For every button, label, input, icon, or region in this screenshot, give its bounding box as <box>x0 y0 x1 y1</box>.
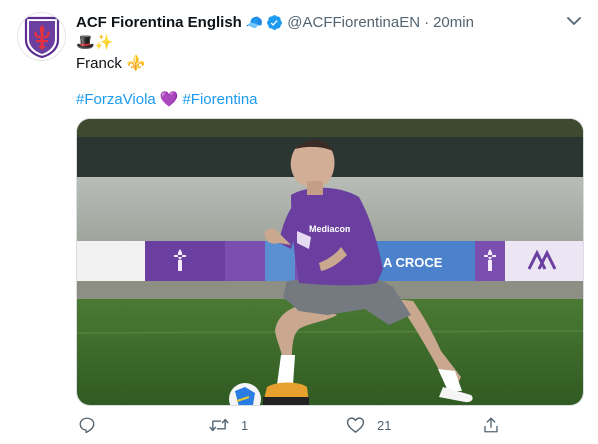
purple-heart-emoji: 💜 <box>159 91 179 108</box>
tweet-text: 🎩✨ Franck ⚜️ #ForzaViola 💜 #Fiorentina <box>76 32 576 110</box>
name-line: Franck ⚜️ <box>76 53 576 74</box>
retweet-count: 1 <box>241 417 249 433</box>
reply-icon <box>79 417 95 434</box>
hashtag-line: #ForzaViola 💜 #Fiorentina <box>76 89 576 110</box>
chevron-down-icon <box>567 16 581 25</box>
display-name[interactable]: ACF Fiorentina English <box>76 14 242 31</box>
cap-emoji: 🧢 <box>245 13 264 30</box>
tweet-header: ACF Fiorentina English 🧢 @ACFFiorentinaE… <box>76 12 474 32</box>
tweet-text-franck: Franck <box>76 55 122 72</box>
tweet-photo[interactable]: A CROCE Mediacom <box>76 118 584 406</box>
hashtag-fiorentina[interactable]: #Fiorentina <box>182 89 257 110</box>
board-text: A CROCE <box>383 255 443 270</box>
retweet-button[interactable]: 1 <box>209 414 248 436</box>
fiorentina-crest-icon <box>24 16 59 58</box>
avatar[interactable] <box>17 12 66 61</box>
like-count: 21 <box>377 417 392 433</box>
like-button[interactable]: 21 <box>346 414 391 436</box>
more-options-button[interactable] <box>564 12 584 30</box>
emoji-line: 🎩✨ <box>76 32 576 53</box>
retweet-icon <box>209 418 229 432</box>
account-handle[interactable]: @ACFFiorentinaEN <box>287 14 420 31</box>
shirt-sponsor-text: Mediacom <box>309 224 353 234</box>
tweet-timestamp[interactable]: 20min <box>433 14 474 31</box>
share-icon <box>484 417 498 433</box>
separator-dot: · <box>424 13 430 31</box>
tweet-card[interactable]: ACF Fiorentina English 🧢 @ACFFiorentinaE… <box>0 0 598 444</box>
share-button[interactable] <box>482 414 500 436</box>
tweet-actions: 1 21 <box>76 414 584 436</box>
top-hat-sparkles-emoji: 🎩✨ <box>76 34 114 51</box>
reply-button[interactable] <box>78 414 108 436</box>
verified-badge-icon <box>266 14 283 31</box>
heart-icon <box>346 417 365 433</box>
hashtag-forzaviola[interactable]: #ForzaViola <box>76 89 156 110</box>
fleur-de-lis-emoji: ⚜️ <box>126 55 146 72</box>
training-photo: A CROCE Mediacom <box>77 119 583 405</box>
